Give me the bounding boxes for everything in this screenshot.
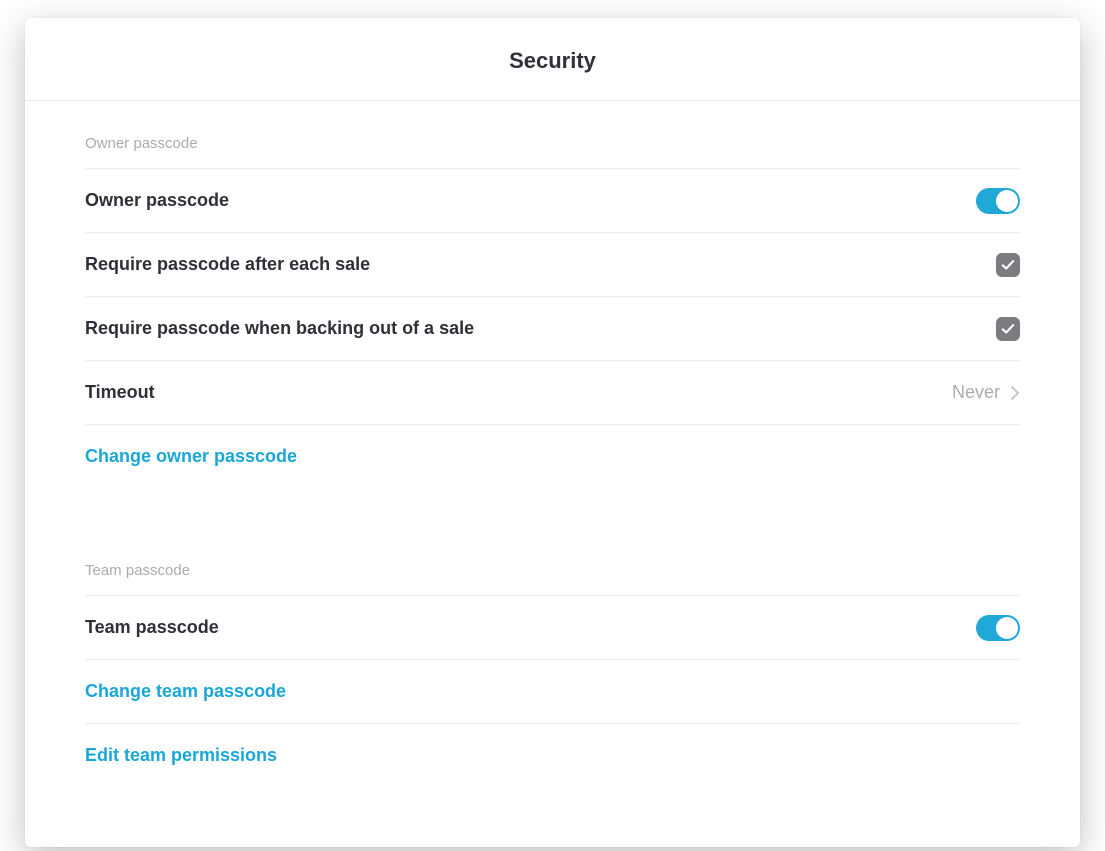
check-icon bbox=[1001, 258, 1015, 272]
section-label-team: Team passcode bbox=[85, 528, 1020, 595]
require-back-out-checkbox[interactable] bbox=[996, 317, 1020, 341]
row-team-passcode: Team passcode bbox=[85, 595, 1020, 659]
row-timeout[interactable]: Timeout Never bbox=[85, 360, 1020, 424]
section-spacer bbox=[85, 488, 1020, 528]
toggle-knob bbox=[996, 617, 1018, 639]
row-owner-passcode: Owner passcode bbox=[85, 168, 1020, 232]
team-passcode-label: Team passcode bbox=[85, 617, 219, 638]
owner-passcode-toggle[interactable] bbox=[976, 188, 1020, 214]
section-label-owner: Owner passcode bbox=[85, 101, 1020, 168]
owner-passcode-label: Owner passcode bbox=[85, 190, 229, 211]
timeout-value: Never bbox=[952, 382, 1000, 403]
row-change-team-passcode[interactable]: Change team passcode bbox=[85, 659, 1020, 723]
toggle-knob bbox=[996, 190, 1018, 212]
check-icon bbox=[1001, 322, 1015, 336]
panel-content: Owner passcode Owner passcode Require pa… bbox=[25, 101, 1080, 847]
team-passcode-toggle[interactable] bbox=[976, 615, 1020, 641]
change-team-passcode-link: Change team passcode bbox=[85, 681, 286, 702]
edit-team-permissions-link: Edit team permissions bbox=[85, 745, 277, 766]
row-require-back-out: Require passcode when backing out of a s… bbox=[85, 296, 1020, 360]
timeout-label: Timeout bbox=[85, 382, 155, 403]
page-title: Security bbox=[25, 48, 1080, 74]
panel-header: Security bbox=[25, 18, 1080, 101]
require-after-sale-label: Require passcode after each sale bbox=[85, 254, 370, 275]
require-after-sale-checkbox[interactable] bbox=[996, 253, 1020, 277]
row-change-owner-passcode[interactable]: Change owner passcode bbox=[85, 424, 1020, 488]
chevron-right-icon bbox=[1010, 385, 1020, 401]
row-edit-team-permissions[interactable]: Edit team permissions bbox=[85, 723, 1020, 787]
change-owner-passcode-link: Change owner passcode bbox=[85, 446, 297, 467]
require-back-out-label: Require passcode when backing out of a s… bbox=[85, 318, 474, 339]
security-panel: Security Owner passcode Owner passcode R… bbox=[25, 18, 1080, 847]
row-require-after-sale: Require passcode after each sale bbox=[85, 232, 1020, 296]
